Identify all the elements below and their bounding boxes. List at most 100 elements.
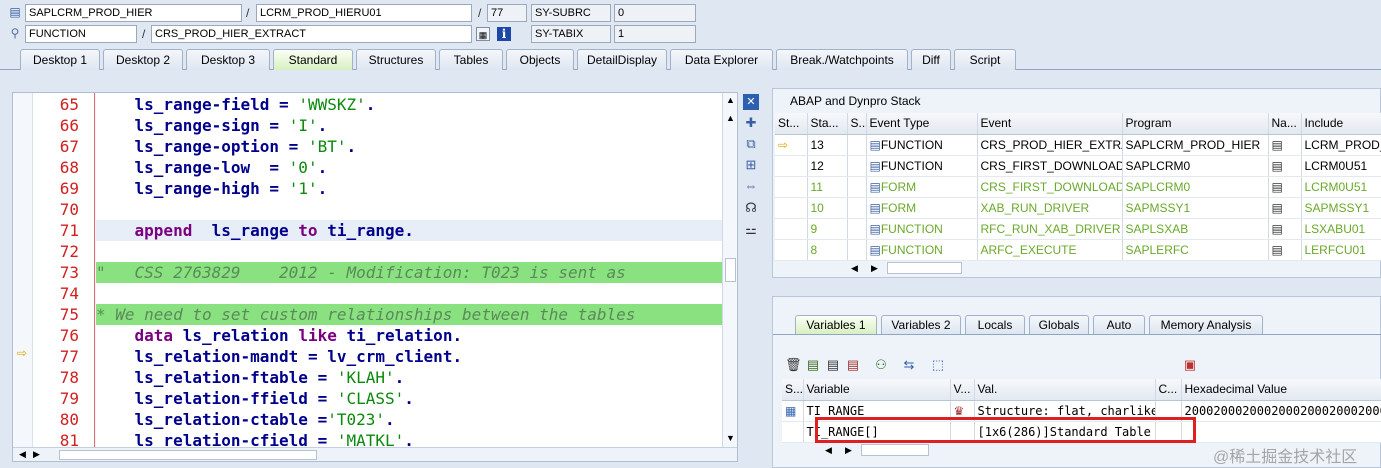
scroll-up-icon[interactable]: ▲ bbox=[726, 95, 735, 105]
variables-column-header[interactable]: C... bbox=[1155, 379, 1182, 401]
breakpoint-gutter[interactable] bbox=[13, 93, 33, 461]
tab-globals[interactable]: Globals bbox=[1029, 315, 1089, 334]
code-line[interactable]: ls_relation-ffield = 'CLASS'. bbox=[96, 388, 722, 409]
event-field[interactable]: CRS_PROD_HIER_EXTRACT bbox=[151, 25, 472, 43]
tab-objects[interactable]: Objects bbox=[506, 49, 574, 70]
tab-structures[interactable]: Structures bbox=[356, 49, 436, 70]
stack-cell-event[interactable]: XAB_RUN_DRIVER bbox=[977, 197, 1123, 219]
navigate-icon[interactable]: ⇆ bbox=[901, 357, 917, 373]
stack-cell-type[interactable]: ▤FUNCTION bbox=[866, 218, 978, 240]
scroll-down-icon[interactable]: ▼ bbox=[726, 433, 735, 443]
tab-breakpoints[interactable]: Break./Watchpoints bbox=[776, 49, 908, 70]
save-variables-icon[interactable]: ▤ bbox=[805, 357, 821, 373]
variable-hex-cell[interactable]: 2000200020002000200020002000... bbox=[1181, 400, 1381, 422]
navigate-source-icon[interactable]: ▤ bbox=[1268, 134, 1302, 156]
info-icon[interactable]: i bbox=[497, 27, 511, 41]
code-line[interactable]: ls_range-option = 'BT'. bbox=[96, 136, 722, 157]
code-line[interactable]: ls_relation-mandt = lv_crm_client. bbox=[96, 346, 722, 367]
stack-scroll-right-icon[interactable]: ▶ bbox=[871, 263, 878, 274]
code-line[interactable]: ls_relation-ftable = 'KLAH'. bbox=[96, 367, 722, 388]
load-variables-icon[interactable]: ▤ bbox=[825, 357, 841, 373]
swap-icon[interactable]: ⇔ bbox=[743, 178, 759, 194]
stack-cell-include[interactable]: LCRM0U51 bbox=[1301, 155, 1381, 177]
code-line[interactable]: ls_range-sign = 'I'. bbox=[96, 115, 722, 136]
stack-cell-program[interactable]: SAPLSXAB bbox=[1122, 218, 1269, 240]
stack-scroll-left-icon[interactable]: ◀ bbox=[851, 263, 858, 274]
code-line[interactable]: * We need to set custom relationships be… bbox=[96, 304, 722, 325]
stack-column-header[interactable]: Sta... bbox=[807, 113, 848, 135]
hscroll-thumb[interactable] bbox=[59, 450, 317, 460]
navigate-source-icon[interactable]: ▤ bbox=[1268, 218, 1302, 240]
stack-column-header[interactable]: Event bbox=[977, 113, 1123, 135]
variables-column-header[interactable]: Val. bbox=[974, 379, 1156, 401]
tab-desktop-2[interactable]: Desktop 2 bbox=[103, 49, 183, 70]
stack-cell-include[interactable]: LERFCU01 bbox=[1301, 239, 1381, 261]
variable-hex-cell[interactable] bbox=[1181, 421, 1381, 443]
stack-cell-type[interactable]: ▤FUNCTION bbox=[866, 239, 978, 261]
stack-cell-level[interactable]: 11 bbox=[807, 176, 848, 198]
code-line[interactable] bbox=[96, 199, 722, 220]
stack-cell-type[interactable]: ▤FUNCTION bbox=[866, 134, 978, 156]
source-code-editor[interactable]: 65 ls_range-field = 'WWSKZ'. 66 ls_range-… bbox=[12, 92, 738, 462]
tree-icon[interactable]: ⚍ bbox=[743, 222, 759, 238]
stack-cell-level[interactable]: 12 bbox=[807, 155, 848, 177]
variables-column-header[interactable]: S... bbox=[782, 379, 804, 401]
tab-variables-2[interactable]: Variables 2 bbox=[881, 315, 961, 334]
export-icon[interactable]: ▤ bbox=[845, 357, 861, 373]
tab-memory-analysis[interactable]: Memory Analysis bbox=[1149, 315, 1263, 334]
tab-desktop-3[interactable]: Desktop 3 bbox=[186, 49, 270, 70]
code-line[interactable]: append ls_range to ti_range. bbox=[96, 220, 722, 241]
code-horizontal-scrollbar[interactable]: ◀ ▶ bbox=[13, 447, 737, 461]
stack-cell-type[interactable]: ▤FORM bbox=[866, 176, 978, 198]
stack-cell-event[interactable]: CRS_FIRST_DOWNLOAD... bbox=[977, 155, 1123, 177]
hierarchy-icon[interactable]: ⚇ bbox=[873, 357, 889, 373]
var-hscroll-thumb[interactable] bbox=[861, 444, 929, 456]
variables-column-header[interactable]: Hexadecimal Value bbox=[1181, 379, 1381, 401]
code-line[interactable]: " CSS 2763829 2012 - Modification: T023 … bbox=[96, 262, 722, 283]
stack-cell[interactable] bbox=[775, 197, 808, 219]
code-line[interactable] bbox=[96, 283, 722, 304]
variable-status-cell[interactable] bbox=[782, 421, 804, 443]
stack-cell-event[interactable]: ARFC_EXECUTE bbox=[977, 239, 1123, 261]
stack-cell-event[interactable]: CRS_FIRST_DOWNLOAD... bbox=[977, 176, 1123, 198]
event-type-field[interactable]: FUNCTION bbox=[25, 25, 137, 43]
tab-desktop-1[interactable]: Desktop 1 bbox=[20, 49, 100, 70]
variables-column-header[interactable]: Variable bbox=[803, 379, 951, 401]
display-object-icon[interactable]: ▦ bbox=[476, 27, 490, 41]
stack-cell[interactable] bbox=[847, 197, 867, 219]
stack-cell[interactable] bbox=[847, 218, 867, 240]
code-line[interactable]: ls_relation-ctable ='T023'. bbox=[96, 409, 722, 430]
services-icon[interactable]: ☊ bbox=[743, 200, 759, 216]
stack-cell-include[interactable]: LCRM_PROD_H bbox=[1301, 134, 1381, 156]
code-line[interactable]: ls_range-low = '0'. bbox=[96, 157, 722, 178]
stack-row[interactable]: ⇨13▤FUNCTIONCRS_PROD_HIER_EXTRA...SAPLCR… bbox=[775, 134, 1381, 156]
variables-column-header[interactable]: V... bbox=[950, 379, 975, 401]
stack-cell[interactable] bbox=[847, 155, 867, 177]
stack-cell-program[interactable]: SAPLCRM0 bbox=[1122, 176, 1269, 198]
stack-row[interactable]: 9 ▤FUNCTION RFC_RUN_XAB_DRIVER SAPLSXAB ▤ LSX… bbox=[775, 218, 1381, 240]
stack-cell-type[interactable]: ▤FORM bbox=[866, 197, 978, 219]
stack-cell-event[interactable]: RFC_RUN_XAB_DRIVER bbox=[977, 218, 1123, 240]
code-line[interactable]: data ls_relation like ti_relation. bbox=[96, 325, 722, 346]
stack-cell-program[interactable]: SAPLERFC bbox=[1122, 239, 1269, 261]
stack-cell-event[interactable]: CRS_PROD_HIER_EXTRA... bbox=[977, 134, 1123, 156]
navigate-source-icon[interactable]: ▤ bbox=[1268, 155, 1302, 177]
stack-cell[interactable] bbox=[847, 134, 867, 156]
stack-cell[interactable] bbox=[775, 176, 808, 198]
code-line[interactable]: ls_range-high = '1'. bbox=[96, 178, 722, 199]
stack-cell-include[interactable]: SAPMSSY1 bbox=[1301, 197, 1381, 219]
stack-cell[interactable]: ⇨ bbox=[775, 134, 808, 156]
scroll-up-fast-icon[interactable]: ▲ bbox=[726, 113, 735, 123]
stack-cell[interactable] bbox=[847, 176, 867, 198]
stack-row[interactable]: 8 ▤FUNCTION ARFC_EXECUTE SAPLERFC ▤ LERFCU01 bbox=[775, 239, 1381, 261]
stack-cell-include[interactable]: LSXABU01 bbox=[1301, 218, 1381, 240]
navigate-source-icon[interactable]: ▤ bbox=[1268, 197, 1302, 219]
stack-cell[interactable] bbox=[775, 218, 808, 240]
stack-column-header[interactable]: Include bbox=[1301, 113, 1381, 135]
scroll-right-icon[interactable]: ▶ bbox=[33, 449, 40, 460]
include-field[interactable]: LCRM_PROD_HIERU01 bbox=[256, 4, 472, 22]
navigate-source-icon[interactable]: ▤ bbox=[1268, 176, 1302, 198]
stack-cell[interactable] bbox=[847, 239, 867, 261]
tab-diff[interactable]: Diff bbox=[911, 49, 951, 70]
var-scroll-right-icon[interactable]: ▶ bbox=[845, 445, 852, 456]
